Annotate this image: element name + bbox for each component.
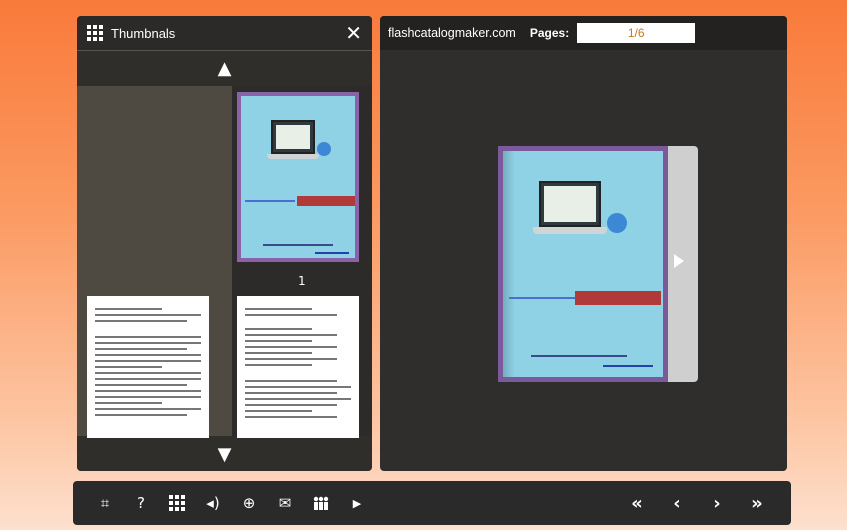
- fullscreen-icon[interactable]: ⌗: [87, 488, 123, 518]
- zoom-icon[interactable]: ⊕: [231, 488, 267, 518]
- scroll-up-button[interactable]: ▲: [77, 50, 372, 86]
- thumbnail-page-2[interactable]: [87, 296, 209, 438]
- next-page-icon[interactable]: ›: [697, 488, 737, 518]
- laptop-image: [539, 181, 601, 227]
- globe-image: [607, 213, 627, 233]
- book-viewer: flashcatalogmaker.com Pages:: [380, 16, 787, 471]
- play-icon[interactable]: ▶: [339, 488, 375, 518]
- last-page-icon[interactable]: »: [737, 488, 777, 518]
- thumbnail-list: 1: [77, 86, 372, 438]
- laptop-image: [271, 120, 315, 154]
- thumbnails-title: Thumbnals: [111, 25, 176, 41]
- thumbnails-header: Thumbnals ✕: [77, 16, 372, 50]
- sound-icon[interactable]: ◂): [195, 488, 231, 518]
- book-cover-page[interactable]: [498, 146, 668, 382]
- scroll-down-button[interactable]: ▼: [77, 436, 372, 471]
- arrow-up-icon: ▲: [217, 58, 232, 79]
- bottom-toolbar: ⌗ ? ◂) ⊕ ✉ ▶ « ‹ › »: [73, 481, 791, 525]
- globe-image: [317, 142, 331, 156]
- play-arrow-icon[interactable]: [674, 254, 684, 268]
- thumbnail-page-3[interactable]: [237, 296, 359, 438]
- viewer-header: flashcatalogmaker.com Pages:: [380, 16, 787, 50]
- thumbnail-page-number: 1: [298, 274, 306, 288]
- book-spread: [498, 146, 698, 382]
- help-icon[interactable]: ?: [123, 488, 159, 518]
- grid-icon: [87, 25, 103, 41]
- arrow-down-icon: ▼: [217, 443, 232, 465]
- thumbnail-page-1[interactable]: [237, 92, 359, 262]
- share-people-icon[interactable]: [303, 488, 339, 518]
- site-name: flashcatalogmaker.com: [388, 26, 516, 40]
- previous-page-icon[interactable]: ‹: [657, 488, 697, 518]
- pages-label: Pages:: [529, 26, 570, 40]
- thumbnails-icon[interactable]: [159, 488, 195, 518]
- thumbnails-panel: Thumbnals ✕ ▲ 1 ▼: [77, 16, 372, 471]
- page-number-input[interactable]: [577, 23, 696, 43]
- first-page-icon[interactable]: «: [617, 488, 657, 518]
- close-icon[interactable]: ✕: [345, 21, 362, 45]
- email-icon[interactable]: ✉: [267, 488, 303, 518]
